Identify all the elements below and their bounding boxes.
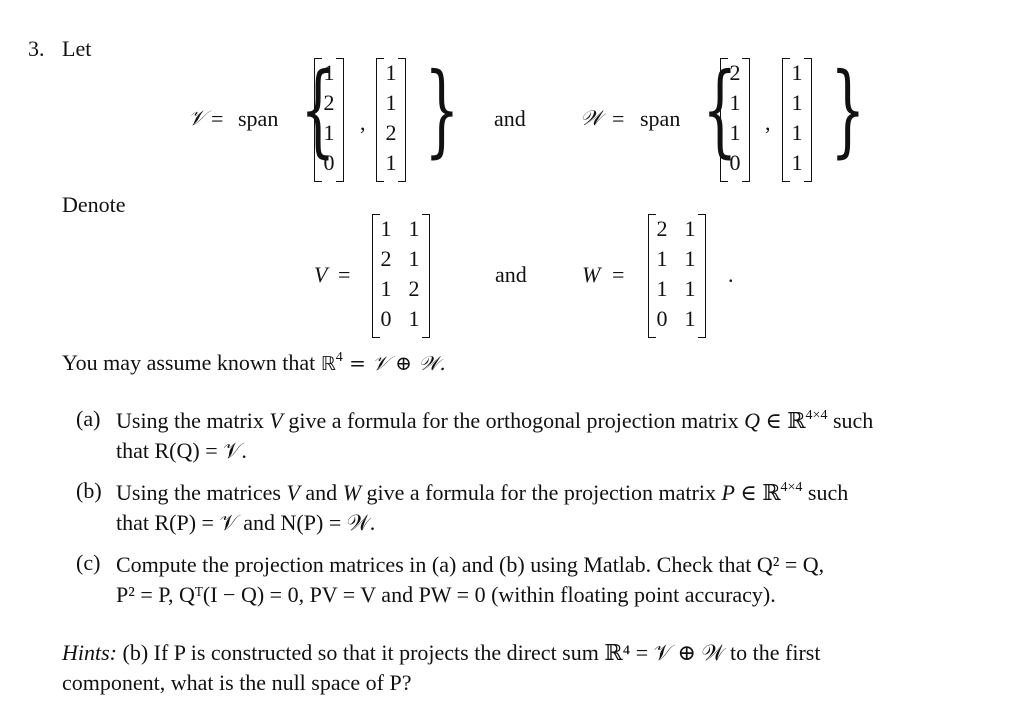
V-matrix: 1 1 2 1 1 2 0 1 <box>372 214 430 338</box>
vector-entry: 0 <box>729 150 741 175</box>
span-word: span <box>640 106 681 131</box>
matrix-entry: 1 <box>684 276 696 301</box>
vector-entry: 1 <box>729 120 741 145</box>
math-var: Q <box>744 408 760 433</box>
hints-line2: component, what is the null space of P? <box>62 670 412 695</box>
part-c-line2: P² = P, Qᵀ(I − Q) = 0, PV = V and PW = 0… <box>116 582 776 607</box>
matrix-entry: 2 <box>380 246 392 271</box>
exponent: 4×4 <box>780 480 803 495</box>
hints-label: Hints: <box>62 640 117 665</box>
vector-entry: 1 <box>791 150 803 175</box>
math-var: V <box>286 480 300 505</box>
text: give a formula for the orthogonal projec… <box>282 408 745 433</box>
matrix-entry: 1 <box>684 306 696 331</box>
math-var: W <box>342 480 362 505</box>
text: such <box>827 408 874 433</box>
period: . <box>728 262 734 287</box>
reals-symbol: ℝ <box>320 353 336 375</box>
V-subspace-symbol: 𝒱 <box>188 106 206 130</box>
matrix-entry: 1 <box>656 276 668 301</box>
denote-label: Denote <box>62 192 126 217</box>
vector-entry: 0 <box>323 150 335 175</box>
text: such <box>802 480 849 505</box>
part-c-line1: Compute the projection matrices in (a) a… <box>116 552 825 577</box>
hints-line1: Hints: (b) If P is constructed so that i… <box>62 638 820 668</box>
text: ∈ ℝ <box>734 480 781 505</box>
part-b-label: (b) <box>76 478 102 503</box>
matrix-entry: 0 <box>380 306 392 331</box>
math-var: P <box>721 480 735 505</box>
period: . <box>846 106 852 131</box>
vector-entry: 1 <box>323 120 335 145</box>
equals-sign: = <box>612 106 625 131</box>
vector-entry: 1 <box>385 150 397 175</box>
vector-entry: 1 <box>385 90 397 115</box>
W-vector-2: 1 1 1 1 <box>782 58 812 182</box>
W-subspace-symbol: 𝒲 <box>580 106 603 130</box>
equals-sign: = <box>612 262 625 287</box>
problem-number: 3. <box>28 36 45 61</box>
vector-entry: 2 <box>323 90 335 115</box>
part-a-line1: Using the matrix V give a formula for th… <box>116 406 873 436</box>
vector-entry: 1 <box>791 120 803 145</box>
matrix-entry: 2 <box>656 216 668 241</box>
W-vector-1: 2 1 1 0 <box>720 58 750 182</box>
text: Using the matrices <box>116 480 287 505</box>
intro-let: Let <box>62 36 92 61</box>
matrix-entry: 1 <box>656 246 668 271</box>
vector-entry: 1 <box>791 60 803 85</box>
V-matrix-symbol: V <box>314 262 328 287</box>
matrix-entry: 1 <box>380 216 392 241</box>
exponent: 4×4 <box>805 408 828 423</box>
exponent: 4 <box>335 350 343 365</box>
matrix-entry: 1 <box>408 216 420 241</box>
matrix-entry: 1 <box>684 246 696 271</box>
comma: , <box>765 110 771 135</box>
matrix-entry: 1 <box>408 246 420 271</box>
hints-text: (b) If P is constructed so that it proje… <box>117 640 821 665</box>
and-word: and <box>494 106 526 131</box>
part-a-label: (a) <box>76 406 101 431</box>
text: Using the matrix <box>116 408 270 433</box>
and-word: and <box>495 262 527 287</box>
vector-entry: 2 <box>385 120 397 145</box>
matrix-entry: 1 <box>684 216 696 241</box>
part-a-line2: that R(Q) = 𝒱. <box>116 438 247 463</box>
vector-entry: 2 <box>729 60 741 85</box>
matrix-entry: 1 <box>380 276 392 301</box>
equals-sign: = <box>338 262 351 287</box>
matrix-entry: 2 <box>408 276 420 301</box>
W-matrix-symbol: W <box>582 262 601 287</box>
text: give a formula for the projection matrix <box>361 480 722 505</box>
vector-entry: 1 <box>323 60 335 85</box>
matrix-entry: 1 <box>408 306 420 331</box>
span-word: span <box>238 106 279 131</box>
text: ∈ ℝ <box>759 408 806 433</box>
vector-entry: 1 <box>729 90 741 115</box>
W-matrix: 2 1 1 1 1 1 0 1 <box>648 214 706 338</box>
direct-sum-expression: = 𝒱 ⊕ 𝒲. <box>342 351 446 375</box>
assumption-line: You may assume known that ℝ4 = 𝒱 ⊕ 𝒲. <box>62 350 446 376</box>
V-vector-2: 1 1 2 1 <box>376 58 406 182</box>
assumption-text: You may assume known that <box>62 350 321 375</box>
text: and <box>299 480 343 505</box>
comma: , <box>360 110 366 135</box>
math-var: V <box>269 408 283 433</box>
matrix-entry: 0 <box>656 306 668 331</box>
part-c-label: (c) <box>76 550 101 575</box>
vector-entry: 1 <box>791 90 803 115</box>
V-vector-1: 1 2 1 0 <box>314 58 344 182</box>
equals-sign: = <box>211 106 224 131</box>
right-brace: } <box>424 51 460 168</box>
part-b-line2: that R(P) = 𝒱 and N(P) = 𝒲. <box>116 510 376 535</box>
part-b-line1: Using the matrices V and W give a formul… <box>116 478 848 508</box>
vector-entry: 1 <box>385 60 397 85</box>
